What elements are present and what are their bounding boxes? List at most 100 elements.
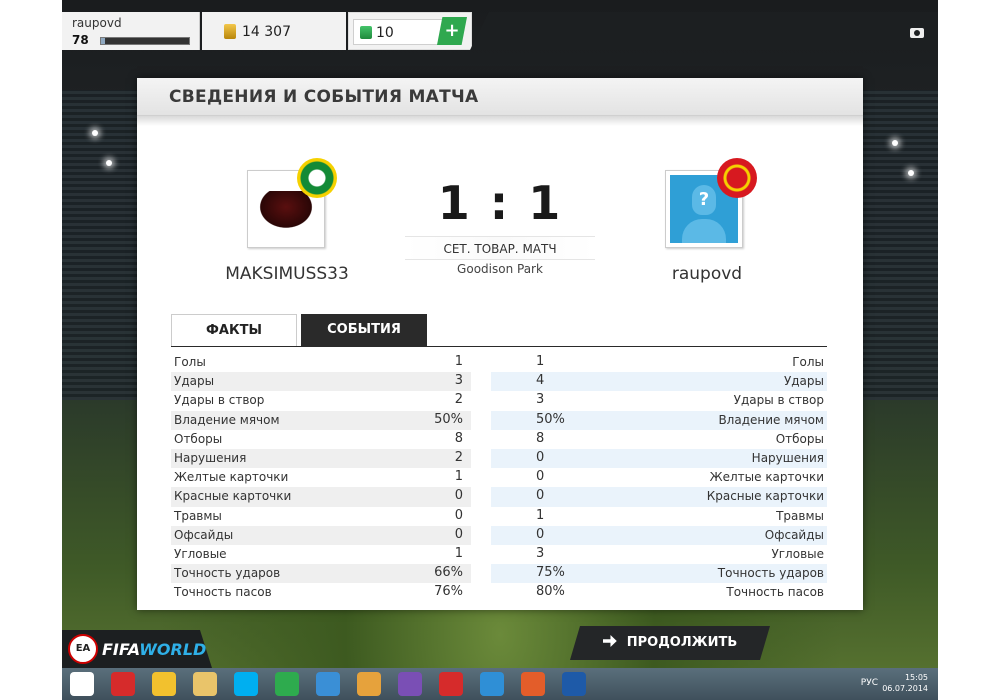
stat-value-away: 1: [536, 354, 545, 369]
stat-row: Удары 3 4 Удары: [171, 372, 827, 392]
stat-value-away: 0: [536, 449, 545, 465]
stat-row: Нарушения 2 0 Нарушения: [171, 448, 827, 469]
stat-value-home: 66%: [434, 565, 463, 581]
stat-label-home: Угловые: [174, 546, 227, 561]
username: raupovd: [72, 16, 122, 30]
stat-row: Отборы 8 8 Отборы: [171, 430, 827, 449]
clock-time: 15:05: [904, 673, 928, 682]
top-bar-strip: [470, 12, 938, 50]
stat-value-away: 75%: [536, 565, 565, 581]
language-indicator[interactable]: РУС: [861, 678, 878, 688]
floodlight: [892, 140, 898, 146]
stat-label-away: Офсайды: [764, 527, 824, 542]
stat-row: Офсайды 0 0 Офсайды: [171, 525, 827, 545]
stat-label-away: Владение мячом: [718, 412, 824, 427]
stat-row: Желтые карточки 1 0 Желтые карточки: [171, 468, 827, 487]
stat-label-home: Красные карточки: [174, 489, 292, 504]
skype-icon[interactable]: [234, 672, 258, 696]
continue-label: ПРОДОЛЖИТЬ: [626, 635, 738, 650]
stat-row: Травмы 0 1 Травмы: [171, 507, 827, 526]
stat-row: Красные карточки 0 0 Красные карточки: [171, 487, 827, 507]
home-club-badge-icon: [297, 158, 337, 198]
match-details-panel: СВЕДЕНИЯ И СОБЫТИЯ МАТЧА MAKSIMUSS33 1 :…: [137, 78, 863, 610]
stat-value-away: 4: [536, 373, 545, 389]
vs-icon[interactable]: [398, 672, 422, 696]
windows-taskbar: РУС 15:05 06.07.2014: [62, 668, 938, 700]
stat-label-home: Офсайды: [174, 527, 234, 542]
stat-row: Точность пасов 76% 80% Точность пасов: [171, 583, 827, 602]
arrow-right-icon: [602, 635, 617, 647]
stat-label-away: Травмы: [776, 508, 824, 523]
stat-value-home: 0: [454, 507, 463, 523]
stat-value-away: 0: [536, 488, 545, 504]
tab-divider: [171, 346, 827, 347]
origin-icon[interactable]: [521, 672, 545, 696]
coins-value: 14 307: [242, 24, 291, 40]
explorer-icon[interactable]: [193, 672, 217, 696]
yandex-icon[interactable]: [111, 672, 135, 696]
fifaworld-icon[interactable]: [562, 672, 586, 696]
points-display: 10: [353, 19, 443, 45]
world-text: WORLD: [139, 640, 207, 659]
panel-header: СВЕДЕНИЯ И СОБЫТИЯ МАТЧА: [137, 78, 863, 116]
stat-label-away: Красные карточки: [706, 489, 824, 504]
stat-value-home: 50%: [434, 411, 463, 427]
camera-icon[interactable]: [910, 28, 924, 38]
points-icon: [360, 26, 372, 39]
game-icon[interactable]: [357, 672, 381, 696]
continue-button[interactable]: ПРОДОЛЖИТЬ: [570, 626, 770, 660]
stat-value-away: 0: [536, 526, 545, 542]
stat-label-home: Травмы: [174, 508, 222, 523]
stat-label-away: Голы: [792, 355, 824, 369]
stat-value-home: 0: [454, 526, 463, 542]
stat-label-away: Желтые карточки: [709, 470, 824, 485]
stat-value-home: 2: [454, 392, 463, 408]
stat-label-home: Удары в створ: [174, 393, 265, 408]
stat-label-away: Нарушения: [751, 450, 824, 465]
stat-label-away: Точность ударов: [717, 566, 824, 581]
tab-events[interactable]: СОБЫТИЯ: [301, 314, 427, 346]
crowd-left: [62, 90, 142, 400]
xp-progress-bar: [100, 37, 190, 45]
stat-label-home: Желтые карточки: [174, 470, 289, 485]
yandex-browser-icon[interactable]: [439, 672, 463, 696]
ea-sports-logo: EA: [68, 634, 98, 664]
floodlight: [908, 170, 914, 176]
itunes-icon[interactable]: [316, 672, 340, 696]
system-clock[interactable]: 15:05 06.07.2014: [882, 672, 928, 694]
user-profile-box[interactable]: raupovd 78: [62, 12, 200, 50]
stats-table: Голы 1 1 Голы Удары 3 4 Удары Удары в створ 2 3 Уда…: [171, 353, 827, 602]
clock-date: 06.07.2014: [882, 684, 928, 693]
stat-value-away: 80%: [536, 584, 565, 600]
stat-row: Угловые 1 3 Угловые: [171, 545, 827, 564]
stat-value-home: 1: [454, 354, 463, 369]
fifa-text: FIFA: [102, 640, 140, 659]
stat-label-home: Точность ударов: [174, 566, 281, 581]
stat-value-home: 8: [454, 430, 463, 446]
stat-value-home: 3: [454, 373, 463, 389]
coins-icon: [224, 24, 236, 39]
stat-value-away: 3: [536, 392, 545, 408]
top-bar: raupovd 78 14 307 10 +: [62, 8, 938, 50]
stat-value-away: 50%: [536, 411, 565, 427]
tab-facts[interactable]: ФАКТЫ: [171, 314, 297, 346]
floodlight: [92, 130, 98, 136]
stat-value-home: 1: [454, 469, 463, 485]
utorrent-icon[interactable]: [275, 672, 299, 696]
chrome-icon[interactable]: [152, 672, 176, 696]
stat-value-away: 3: [536, 545, 545, 561]
stat-label-away: Удары в створ: [733, 393, 824, 408]
stat-label-away: Отборы: [775, 431, 824, 446]
stat-label-away: Удары: [783, 374, 824, 389]
stat-label-home: Точность пасов: [174, 585, 272, 600]
stat-value-away: 0: [536, 469, 545, 485]
stat-label-home: Владение мячом: [174, 412, 280, 427]
windows-icon[interactable]: [70, 672, 94, 696]
avatar-question-mark: ?: [692, 185, 716, 215]
audio-icon[interactable]: [480, 672, 504, 696]
stat-label-home: Удары: [174, 374, 215, 389]
stat-value-home: 2: [454, 449, 463, 465]
eagle-emblem-icon: [256, 191, 316, 231]
stadium-name: Goodison Park: [457, 262, 543, 276]
stat-value-away: 1: [536, 507, 545, 523]
